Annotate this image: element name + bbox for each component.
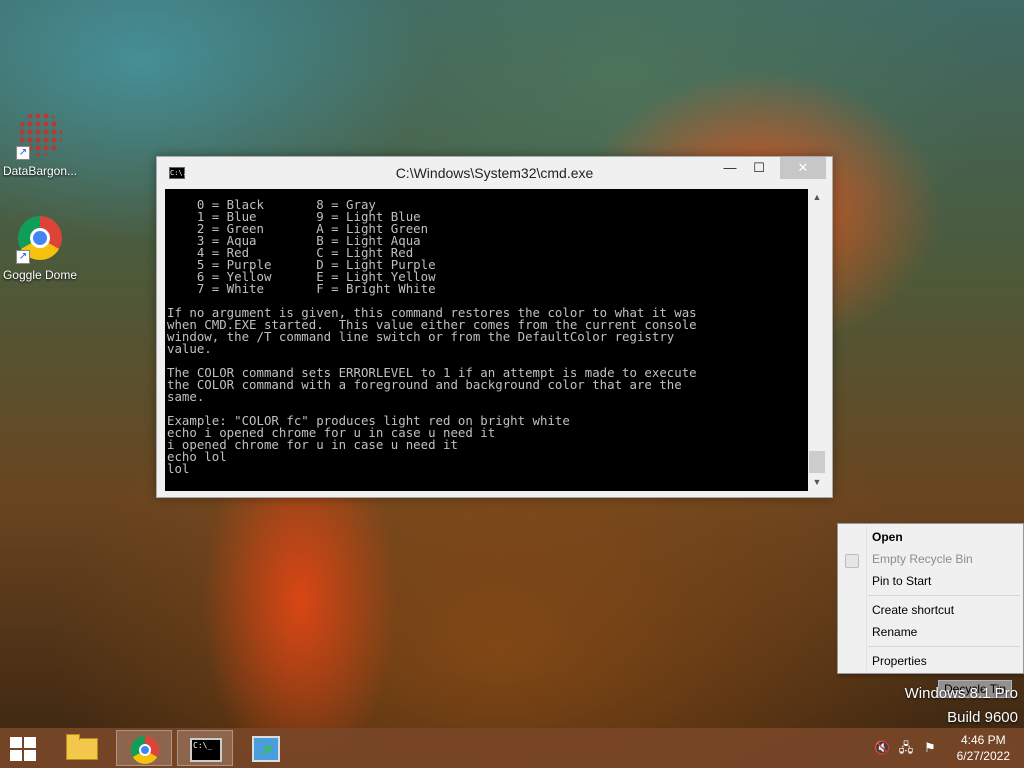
console-text: 0 = Black 8 = Gray 1 = Blue 9 = Light Bl… (167, 197, 697, 476)
clock[interactable]: 4:46 PM 6/27/2022 (957, 732, 1010, 764)
menu-item-open[interactable]: Open (872, 527, 903, 547)
desktop-icon-chrome[interactable]: ↗ Goggle Dome (0, 216, 80, 282)
taskbar: C:\_ 🔇 🖧 ⚑ 4:46 PM 6/27/2022 (0, 728, 1024, 768)
shortcut-arrow-icon: ↗ (16, 146, 30, 160)
scroll-up-icon[interactable]: ▲ (808, 189, 826, 206)
vertical-scrollbar[interactable]: ▲ ▼ (808, 189, 826, 491)
desktop-icon-label: Goggle Dome (2, 268, 78, 282)
chrome-icon (131, 736, 159, 764)
menu-separator (868, 646, 1020, 647)
windows-watermark: Windows 8.1 Pro (904, 685, 1018, 702)
databargon-icon: ↗ (16, 112, 64, 160)
cmd-icon: C:\_ (190, 738, 222, 762)
folder-icon (66, 734, 98, 760)
menu-item-rename[interactable]: Rename (872, 622, 917, 642)
shortcut-arrow-icon: ↗ (16, 250, 30, 264)
menu-item-properties[interactable]: Properties (872, 651, 927, 671)
download-icon (252, 736, 280, 762)
menu-item-create-shortcut[interactable]: Create shortcut (872, 600, 954, 620)
build-watermark: Build 9600 (947, 709, 1018, 726)
volume-muted-icon[interactable]: 🔇 (874, 740, 890, 756)
clock-date: 6/27/2022 (956, 749, 1010, 763)
recycle-bin-icon (845, 554, 859, 568)
network-icon[interactable]: 🖧 (898, 740, 914, 756)
action-center-flag-icon[interactable]: ⚑ (922, 740, 938, 756)
maximize-button[interactable]: ☐ (746, 157, 772, 179)
cmd-window[interactable]: C:\. C:\Windows\System32\cmd.exe — ☐ ✕ 0… (156, 156, 833, 498)
windows-logo-icon (10, 737, 22, 748)
desktop-icon-label: DataBargon... (2, 164, 78, 178)
menu-item-empty-recycle-bin[interactable]: Empty Recycle Bin (872, 549, 973, 569)
desktop-icon-databargon[interactable]: ↗ DataBargon... (0, 112, 80, 178)
start-button[interactable] (10, 737, 38, 761)
chrome-icon: ↗ (16, 216, 64, 264)
minimize-button[interactable]: — (717, 157, 743, 179)
taskbar-download-app[interactable] (238, 730, 294, 766)
menu-separator (868, 595, 1020, 596)
menu-item-pin-to-start[interactable]: Pin to Start (872, 571, 931, 591)
taskbar-cmd[interactable]: C:\_ (177, 730, 233, 766)
taskbar-chrome[interactable] (116, 730, 172, 766)
close-button[interactable]: ✕ (780, 157, 826, 179)
scroll-thumb[interactable] (809, 451, 825, 473)
window-titlebar[interactable]: C:\. C:\Windows\System32\cmd.exe — ☐ ✕ (157, 157, 832, 189)
taskbar-file-explorer[interactable] (54, 730, 110, 766)
context-menu: Open Empty Recycle Bin Pin to Start Crea… (837, 523, 1024, 674)
scroll-down-icon[interactable]: ▼ (808, 474, 826, 491)
clock-time: 4:46 PM (960, 733, 1006, 747)
console-output[interactable]: 0 = Black 8 = Gray 1 = Blue 9 = Light Bl… (165, 189, 808, 491)
